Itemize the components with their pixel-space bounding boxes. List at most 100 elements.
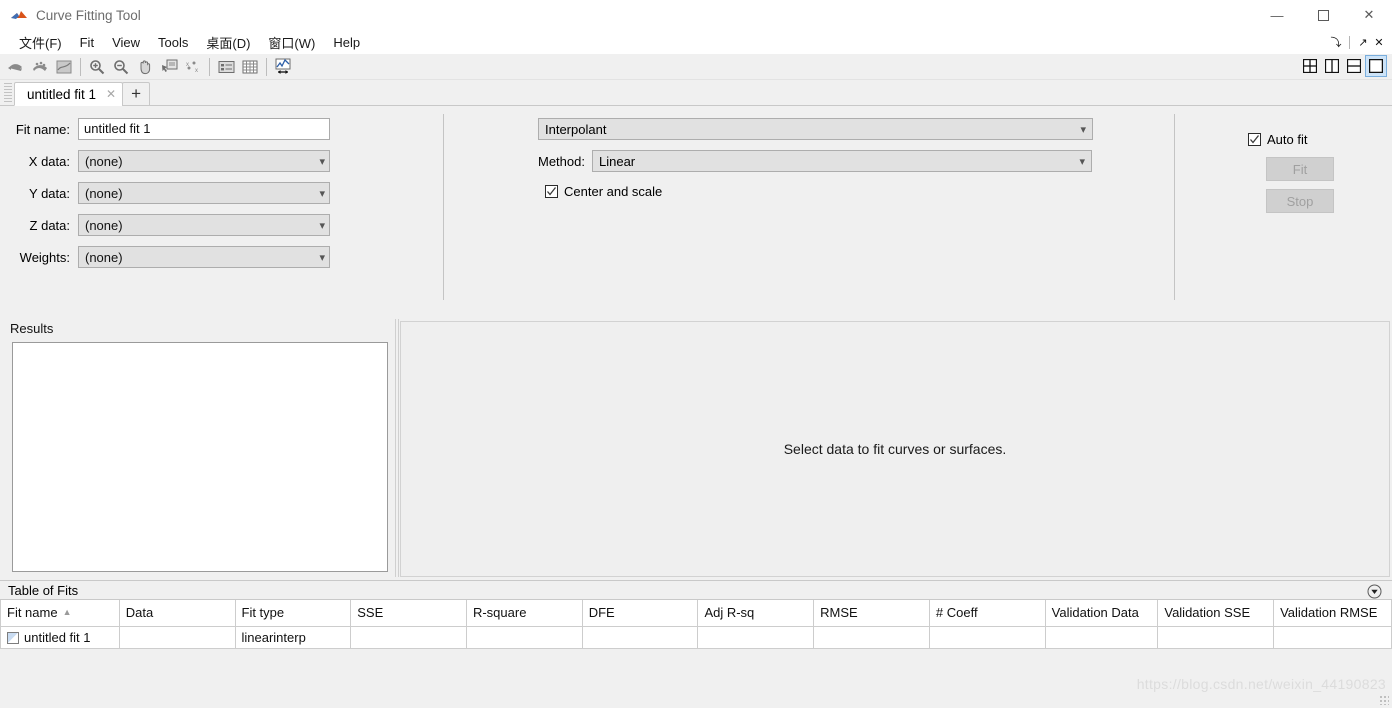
weights-label: Weights: — [19, 249, 70, 265]
column-header-fit-type[interactable]: Fit type — [234, 600, 352, 627]
center-and-scale-label: Center and scale — [564, 184, 663, 199]
z-data-dropdown[interactable]: (none) ▾ — [78, 214, 330, 236]
tab-strip: untitled fit 1 ✕ + — [0, 80, 1392, 106]
middle-section: Results Select data to fit curves or sur… — [0, 319, 1392, 579]
table-row[interactable]: untitled fit 1 linearinterp — [0, 625, 1392, 649]
y-data-label: Y data: — [29, 185, 70, 201]
zoom-out-icon[interactable] — [109, 56, 133, 78]
divider — [266, 57, 267, 76]
close-panel-icon[interactable]: ✕ — [1372, 33, 1386, 51]
pan-icon[interactable] — [133, 56, 157, 78]
fit-type-dropdown[interactable]: Interpolant ▾ — [538, 118, 1093, 140]
auto-fit-checkbox[interactable] — [1248, 133, 1261, 146]
watermark-text: https://blog.csdn.net/weixin_44190823 — [1136, 676, 1386, 692]
menu-view[interactable]: View — [103, 33, 149, 52]
layout-two-columns-button[interactable] — [1322, 56, 1342, 76]
menu-desktop[interactable]: 桌面(D) — [197, 31, 259, 54]
x-data-row: X data: (none) ▾ — [0, 150, 330, 172]
cell-validation-sse — [1157, 625, 1275, 649]
undock-icon[interactable]: ↗ — [1356, 33, 1370, 51]
window-controls: — ✕ — [1254, 0, 1392, 30]
cell-fit-name: untitled fit 1 — [0, 625, 120, 649]
drag-grip[interactable] — [4, 83, 12, 103]
panel-controls: ⤵ ↗ ✕ — [1329, 30, 1386, 54]
column-header-fit-name[interactable]: Fit name ▲ — [0, 600, 120, 627]
table-of-fits: Fit name ▲ Data Fit type SSE R-square DFE… — [0, 600, 1392, 649]
method-dropdown[interactable]: Linear ▾ — [591, 150, 1092, 172]
column-header-validation-data[interactable]: Validation Data — [1044, 600, 1159, 627]
fit-type-panel: Interpolant ▾ Method: Linear ▾ Center an… — [538, 118, 1093, 199]
layout-buttons — [1300, 55, 1387, 77]
cell-r-square — [465, 625, 583, 649]
resize-grip[interactable] — [1379, 695, 1389, 705]
layout-two-rows-button[interactable] — [1344, 56, 1364, 76]
x-data-value: (none) — [85, 153, 123, 169]
menu-help[interactable]: Help — [324, 33, 369, 52]
fit-curve-icon[interactable] — [4, 56, 28, 78]
tab-close-icon[interactable]: ✕ — [106, 87, 116, 101]
divider — [80, 57, 81, 76]
chevron-down-circle-icon[interactable] — [1366, 583, 1382, 599]
maximize-button[interactable] — [1300, 0, 1346, 30]
axes-limits-icon[interactable] — [271, 56, 295, 78]
column-header-sse[interactable]: SSE — [350, 600, 467, 627]
weights-dropdown[interactable]: (none) ▾ — [78, 246, 330, 268]
tab-label: untitled fit 1 — [27, 86, 97, 102]
fit-button[interactable]: Fit — [1266, 157, 1334, 181]
new-fit-tab-button[interactable]: + — [122, 82, 151, 106]
fit-surface-icon[interactable] — [28, 56, 52, 78]
layout-single-button[interactable] — [1365, 55, 1387, 77]
column-header-adj-r-sq[interactable]: Adj R-sq — [697, 600, 815, 627]
results-panel: Results — [8, 321, 390, 577]
table-header-row: Fit name ▲ Data Fit type SSE R-square DFE… — [0, 600, 1392, 627]
method-value: Linear — [598, 153, 636, 169]
column-header-rmse[interactable]: RMSE — [813, 600, 930, 627]
menu-fit[interactable]: Fit — [71, 33, 103, 52]
fit-name-input[interactable]: untitled fit 1 — [78, 118, 330, 140]
x-data-label: X data: — [28, 153, 70, 169]
close-button[interactable]: ✕ — [1346, 0, 1392, 30]
column-header-dfe[interactable]: DFE — [581, 600, 699, 627]
sort-ascending-icon: ▲ — [62, 607, 72, 618]
y-data-dropdown[interactable]: (none) ▾ — [78, 182, 330, 204]
column-header-num-coeff[interactable]: # Coeff — [928, 600, 1046, 627]
cell-adj-r-sq — [697, 625, 815, 649]
menu-window[interactable]: 窗口(W) — [259, 31, 324, 54]
tab-untitled-fit-1[interactable]: untitled fit 1 ✕ — [14, 82, 124, 106]
cell-data — [118, 625, 236, 649]
menu-file[interactable]: 文件(F) — [10, 31, 71, 54]
cell-dfe — [581, 625, 699, 649]
print-to-figure-icon[interactable] — [52, 56, 76, 78]
column-header-data[interactable]: Data — [118, 600, 236, 627]
plot-panel[interactable]: Select data to fit curves or surfaces. — [400, 321, 1390, 577]
column-header-validation-rmse[interactable]: Validation RMSE — [1273, 600, 1392, 627]
column-header-r-square[interactable]: R-square — [465, 600, 583, 627]
legend-icon[interactable] — [214, 56, 238, 78]
results-textarea[interactable] — [12, 342, 388, 572]
results-title: Results — [10, 321, 54, 336]
x-data-dropdown[interactable]: (none) ▾ — [78, 150, 330, 172]
stop-button[interactable]: Stop — [1266, 189, 1334, 213]
exclude-outliers-icon[interactable]: x x — [181, 56, 205, 78]
minimize-button[interactable]: — — [1254, 0, 1300, 30]
menu-tools[interactable]: Tools — [149, 33, 197, 52]
center-and-scale-checkbox[interactable] — [545, 185, 558, 198]
layout-quad-button[interactable] — [1300, 56, 1320, 76]
data-cursor-icon[interactable] — [157, 56, 181, 78]
minimize-panel-icon[interactable]: ⤵ — [1329, 33, 1343, 51]
table-of-fits-title: Table of Fits — [8, 582, 79, 598]
chevron-down-icon: ▾ — [319, 187, 325, 200]
zoom-in-icon[interactable] — [85, 56, 109, 78]
fit-type-value: Interpolant — [545, 121, 607, 137]
auto-fit-row[interactable]: Auto fit — [1248, 132, 1334, 147]
toolbar: x x — [0, 54, 1392, 80]
fit-actions-panel: Auto fit Fit Stop — [1248, 132, 1334, 213]
cell-fit-name-text: untitled fit 1 — [24, 629, 91, 645]
center-and-scale-row[interactable]: Center and scale — [545, 184, 1093, 199]
results-plot-splitter[interactable] — [395, 319, 399, 577]
cell-validation-rmse — [1273, 625, 1392, 649]
grid-icon[interactable] — [238, 56, 262, 78]
column-header-validation-sse[interactable]: Validation SSE — [1157, 600, 1275, 627]
title-bar: Curve Fitting Tool — ✕ — [0, 0, 1392, 30]
method-row: Method: Linear ▾ — [538, 150, 1093, 172]
